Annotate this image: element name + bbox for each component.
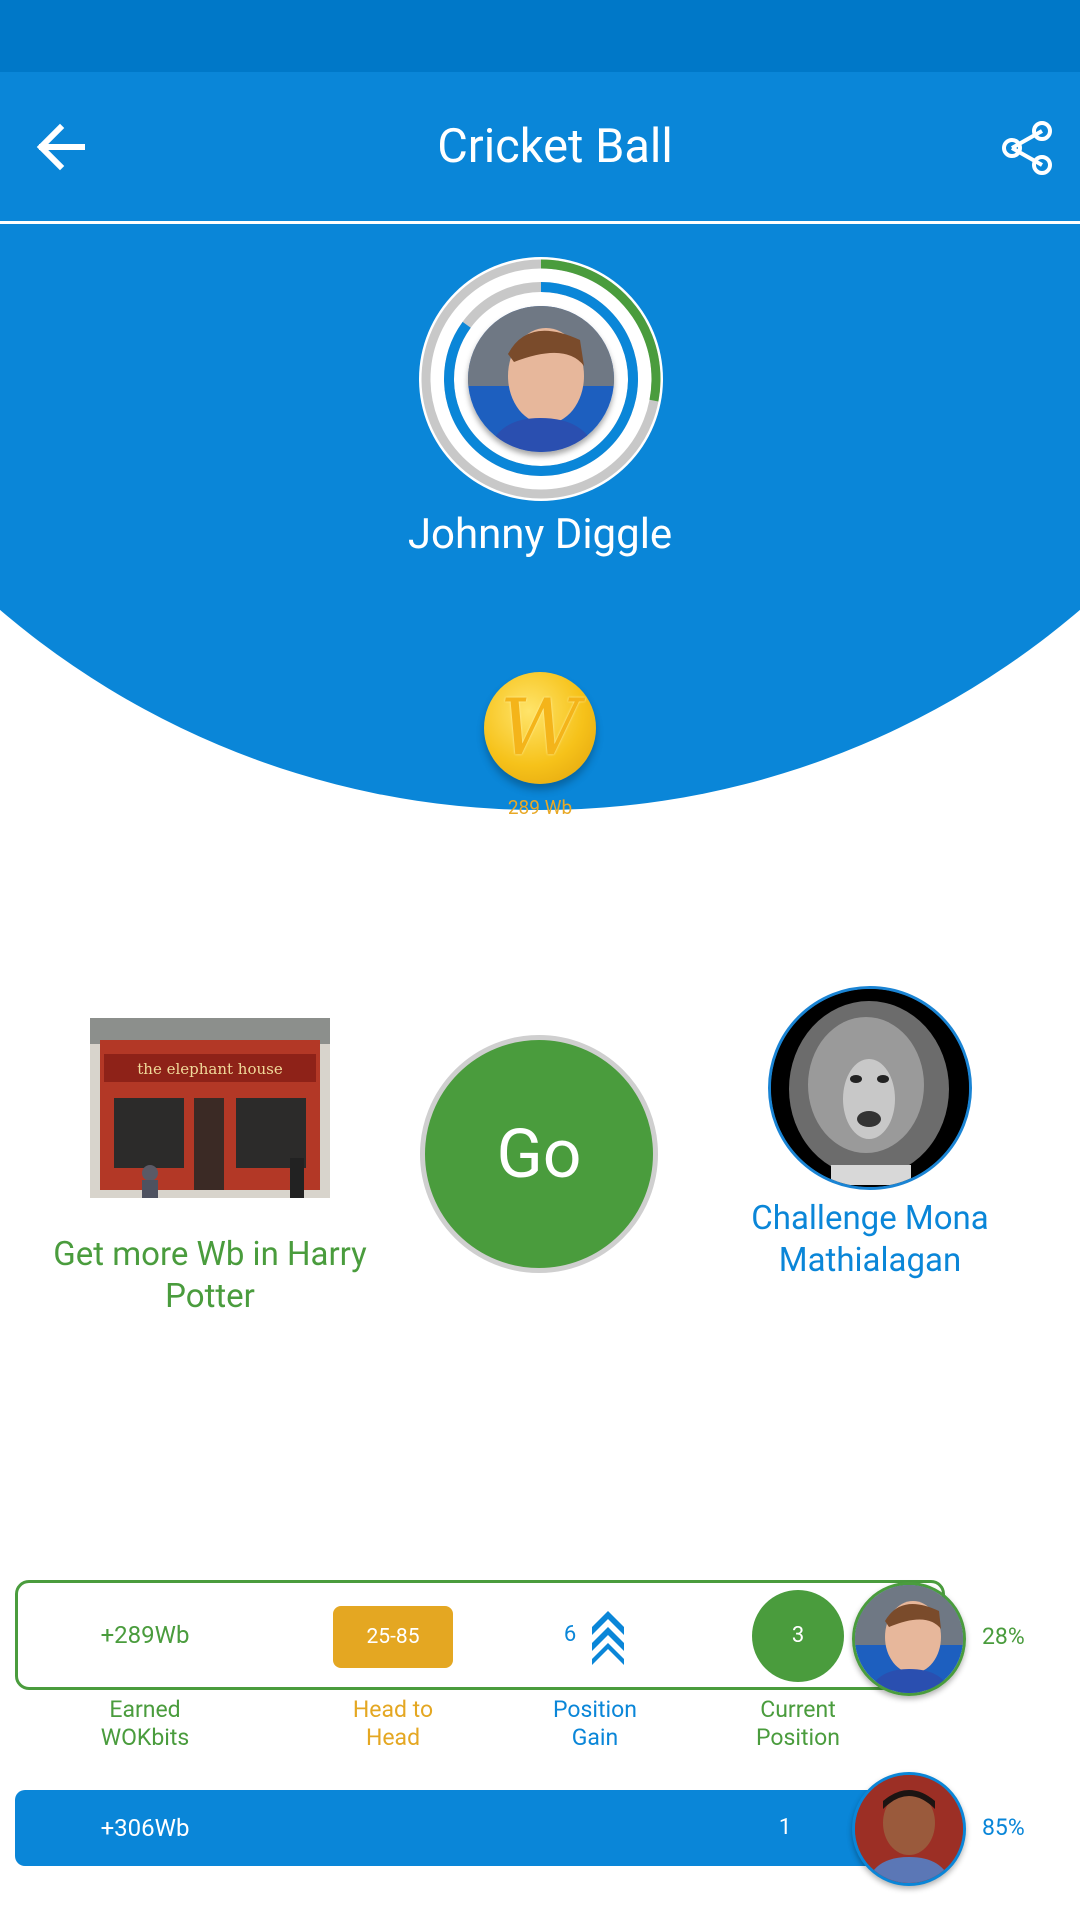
challenge-link[interactable]: Challenge Mona Mathialagan bbox=[740, 1198, 1000, 1282]
avatar[interactable] bbox=[468, 306, 614, 452]
current-position-value: 1 bbox=[778, 1815, 792, 1840]
double-chevron-up-icon bbox=[588, 1605, 628, 1665]
share-button[interactable] bbox=[998, 118, 1058, 178]
promo-sign-text: the elephant house bbox=[137, 1060, 283, 1078]
head-to-head-label: Head to Head bbox=[352, 1696, 434, 1751]
avatar[interactable] bbox=[852, 1772, 966, 1886]
current-position-badge: 3 bbox=[752, 1590, 844, 1682]
share-icon bbox=[1002, 121, 1052, 175]
head-to-head-badge[interactable]: 25-85 bbox=[333, 1606, 453, 1668]
position-gain-label: Position Gain bbox=[553, 1696, 637, 1751]
progress-percent: 85% bbox=[982, 1814, 1025, 1841]
avatar[interactable] bbox=[852, 1582, 966, 1696]
earned-wokbits-label: Earned WOKbits bbox=[100, 1696, 190, 1751]
page-title: Cricket Ball bbox=[437, 119, 673, 174]
coin-letter: W bbox=[499, 683, 581, 773]
promo-text[interactable]: Get more Wb in Harry Potter bbox=[40, 1234, 380, 1318]
earned-wokbits-value: +306Wb bbox=[100, 1814, 190, 1842]
user-name: Johnny Diggle bbox=[407, 510, 673, 559]
wokbits-coin-icon: W bbox=[484, 672, 596, 784]
earned-wokbits-value: +289Wb bbox=[100, 1621, 190, 1649]
go-button[interactable]: Go bbox=[420, 1035, 658, 1273]
status-bar bbox=[0, 0, 1080, 72]
coin-balance: 289 Wb bbox=[507, 796, 573, 819]
current-position-label: Current Position bbox=[756, 1696, 840, 1751]
position-gain-value: 6 bbox=[563, 1622, 577, 1647]
opponent-avatar[interactable] bbox=[768, 986, 972, 1190]
progress-percent: 28% bbox=[982, 1623, 1025, 1650]
promo-image[interactable]: the elephant house bbox=[90, 1018, 330, 1198]
